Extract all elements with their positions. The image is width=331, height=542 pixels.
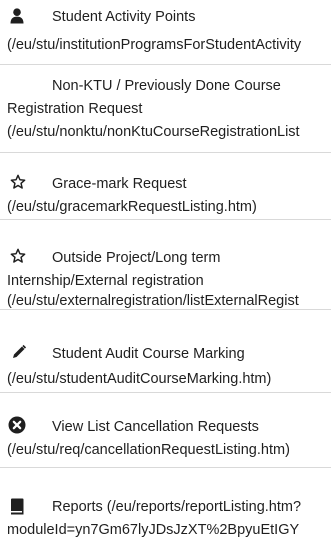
menu-item-path[interactable]: moduleId=yn7Gm67lyJDsJzXT%2BpyuEtIGY	[7, 519, 299, 542]
menu-item-path[interactable]: (/eu/stu/institutionProgramsForStudentAc…	[7, 34, 301, 57]
menu-item-student-audit-course-marking[interactable]: Student Audit Course Marking (/eu/stu/st…	[0, 310, 331, 392]
menu-item-title: Grace-mark Request	[52, 176, 187, 192]
menu-item-path[interactable]: (/eu/stu/externalregistration/listExtern…	[7, 290, 299, 309]
menu-item-title: Student Activity Points	[52, 9, 196, 25]
menu-item-cancellation-requests[interactable]: View List Cancellation Requests (/eu/stu…	[0, 393, 331, 467]
menu-item-path[interactable]: (/eu/stu/studentAuditCourseMarking.htm)	[7, 368, 271, 391]
star-outline-icon	[10, 174, 26, 190]
menu-item-path[interactable]: (/eu/stu/gracemarkRequestListing.htm)	[7, 196, 257, 219]
menu-item-title: View List Cancellation Requests	[52, 419, 259, 435]
user-icon	[10, 8, 24, 24]
book-icon	[10, 498, 24, 515]
menu-item-path[interactable]: (/eu/stu/req/cancellationRequestListing.…	[7, 439, 290, 462]
menu-item-student-activity-points[interactable]: Student Activity Points (/eu/stu/institu…	[0, 0, 331, 64]
menu-item-path[interactable]: (/eu/stu/nonktu/nonKtuCourseRegistration…	[7, 121, 300, 144]
menu-item-outside-project-registration[interactable]: Outside Project/Long term Internship/Ext…	[0, 220, 331, 309]
cancel-circle-icon	[8, 416, 26, 434]
menu-item-title: Student Audit Course Marking	[52, 346, 245, 362]
menu-item-title-line1: Outside Project/Long term	[52, 250, 221, 266]
menu-item-title[interactable]: Reports (/eu/reports/reportListing.htm?	[52, 496, 301, 519]
menu-item-reports[interactable]: Reports (/eu/reports/reportListing.htm? …	[0, 468, 331, 542]
menu-item-grace-mark-request[interactable]: Grace-mark Request (/eu/stu/gracemarkReq…	[0, 153, 331, 219]
menu-item-title-line2: Registration Request	[7, 101, 143, 117]
star-outline-icon	[10, 248, 26, 264]
menu-item-title-line1: Non-KTU / Previously Done Course	[52, 78, 281, 94]
menu-item-non-ktu-registration[interactable]: Non-KTU / Previously Done Course Registr…	[0, 65, 331, 152]
student-menu-list: Student Activity Points (/eu/stu/institu…	[0, 0, 331, 542]
pencil-icon	[11, 344, 27, 360]
